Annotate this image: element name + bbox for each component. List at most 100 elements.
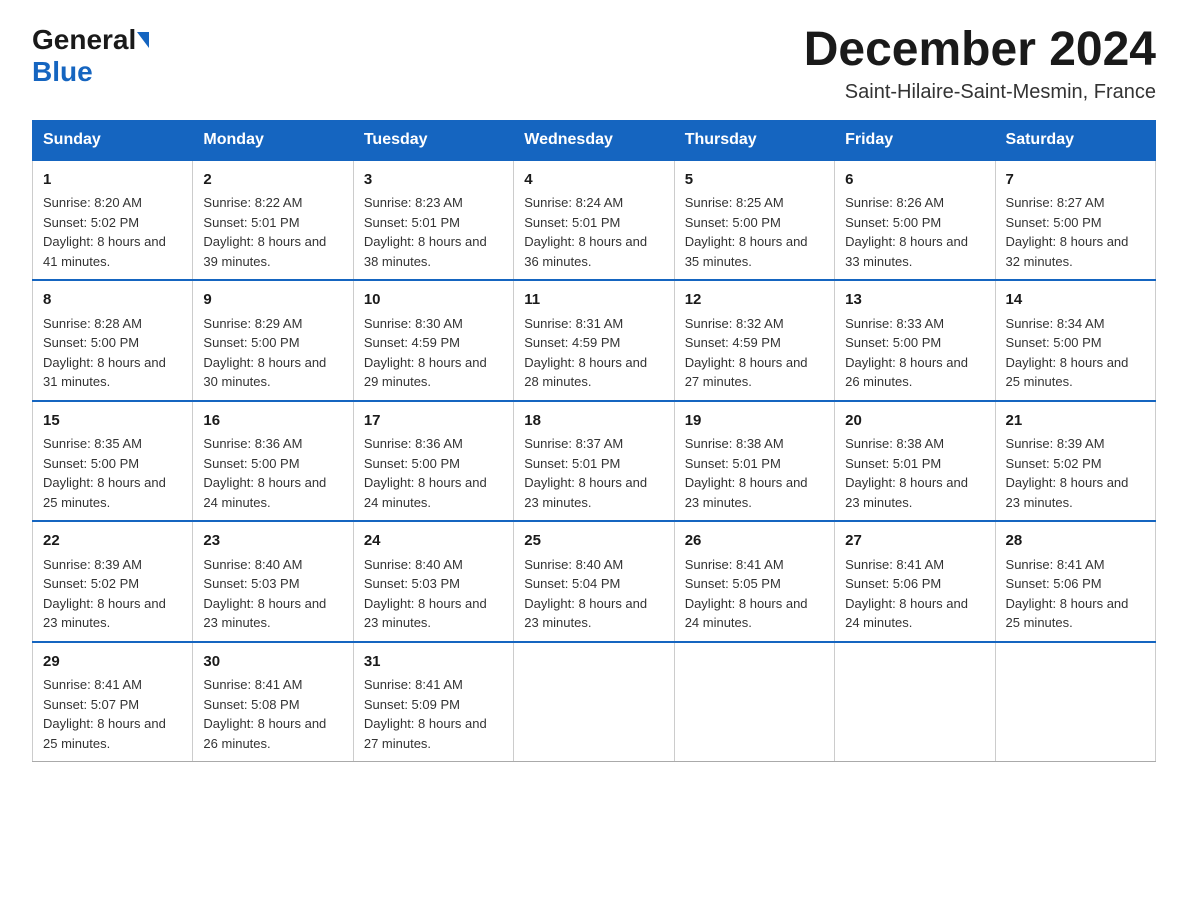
calendar-cell: 29 Sunrise: 8:41 AM Sunset: 5:07 PM Dayl… xyxy=(33,642,193,762)
daylight-label: Daylight: 8 hours and 23 minutes. xyxy=(43,596,166,631)
daylight-label: Daylight: 8 hours and 25 minutes. xyxy=(43,716,166,751)
sunrise-label: Sunrise: 8:28 AM xyxy=(43,316,142,331)
daylight-label: Daylight: 8 hours and 23 minutes. xyxy=(364,596,487,631)
logo-triangle-icon xyxy=(137,32,149,48)
calendar-cell xyxy=(835,642,995,762)
sunrise-label: Sunrise: 8:20 AM xyxy=(43,195,142,210)
sunset-label: Sunset: 5:09 PM xyxy=(364,697,460,712)
day-number: 13 xyxy=(845,289,984,312)
daylight-label: Daylight: 8 hours and 27 minutes. xyxy=(685,355,808,390)
sunrise-label: Sunrise: 8:41 AM xyxy=(43,677,142,692)
calendar-cell: 23 Sunrise: 8:40 AM Sunset: 5:03 PM Dayl… xyxy=(193,521,353,642)
calendar-cell: 28 Sunrise: 8:41 AM Sunset: 5:06 PM Dayl… xyxy=(995,521,1155,642)
day-number: 8 xyxy=(43,289,182,312)
calendar-cell: 17 Sunrise: 8:36 AM Sunset: 5:00 PM Dayl… xyxy=(353,401,513,522)
sunrise-label: Sunrise: 8:36 AM xyxy=(203,436,302,451)
calendar-cell: 20 Sunrise: 8:38 AM Sunset: 5:01 PM Dayl… xyxy=(835,401,995,522)
sunset-label: Sunset: 5:02 PM xyxy=(43,576,139,591)
calendar-week-row: 15 Sunrise: 8:35 AM Sunset: 5:00 PM Dayl… xyxy=(33,401,1156,522)
sunrise-label: Sunrise: 8:27 AM xyxy=(1006,195,1105,210)
day-number: 27 xyxy=(845,530,984,553)
calendar-cell: 15 Sunrise: 8:35 AM Sunset: 5:00 PM Dayl… xyxy=(33,401,193,522)
sunset-label: Sunset: 5:08 PM xyxy=(203,697,299,712)
daylight-label: Daylight: 8 hours and 23 minutes. xyxy=(524,596,647,631)
daylight-label: Daylight: 8 hours and 23 minutes. xyxy=(1006,475,1129,510)
calendar-cell: 30 Sunrise: 8:41 AM Sunset: 5:08 PM Dayl… xyxy=(193,642,353,762)
calendar-week-row: 8 Sunrise: 8:28 AM Sunset: 5:00 PM Dayli… xyxy=(33,280,1156,401)
daylight-label: Daylight: 8 hours and 29 minutes. xyxy=(364,355,487,390)
day-number: 25 xyxy=(524,530,663,553)
day-number: 10 xyxy=(364,289,503,312)
day-number: 31 xyxy=(364,651,503,674)
calendar-cell: 6 Sunrise: 8:26 AM Sunset: 5:00 PM Dayli… xyxy=(835,160,995,281)
daylight-label: Daylight: 8 hours and 27 minutes. xyxy=(364,716,487,751)
calendar-day-header: Friday xyxy=(835,120,995,160)
sunrise-label: Sunrise: 8:39 AM xyxy=(43,557,142,572)
sunset-label: Sunset: 5:01 PM xyxy=(845,456,941,471)
daylight-label: Daylight: 8 hours and 32 minutes. xyxy=(1006,234,1129,269)
calendar-cell: 2 Sunrise: 8:22 AM Sunset: 5:01 PM Dayli… xyxy=(193,160,353,281)
daylight-label: Daylight: 8 hours and 30 minutes. xyxy=(203,355,326,390)
daylight-label: Daylight: 8 hours and 26 minutes. xyxy=(203,716,326,751)
calendar-cell: 27 Sunrise: 8:41 AM Sunset: 5:06 PM Dayl… xyxy=(835,521,995,642)
sunrise-label: Sunrise: 8:26 AM xyxy=(845,195,944,210)
daylight-label: Daylight: 8 hours and 24 minutes. xyxy=(845,596,968,631)
day-number: 19 xyxy=(685,410,824,433)
daylight-label: Daylight: 8 hours and 23 minutes. xyxy=(203,596,326,631)
sunrise-label: Sunrise: 8:39 AM xyxy=(1006,436,1105,451)
calendar-cell: 13 Sunrise: 8:33 AM Sunset: 5:00 PM Dayl… xyxy=(835,280,995,401)
daylight-label: Daylight: 8 hours and 26 minutes. xyxy=(845,355,968,390)
sunrise-label: Sunrise: 8:38 AM xyxy=(685,436,784,451)
sunrise-label: Sunrise: 8:41 AM xyxy=(1006,557,1105,572)
sunset-label: Sunset: 4:59 PM xyxy=(364,335,460,350)
day-number: 5 xyxy=(685,169,824,192)
day-number: 3 xyxy=(364,169,503,192)
calendar-cell: 9 Sunrise: 8:29 AM Sunset: 5:00 PM Dayli… xyxy=(193,280,353,401)
calendar-week-row: 29 Sunrise: 8:41 AM Sunset: 5:07 PM Dayl… xyxy=(33,642,1156,762)
daylight-label: Daylight: 8 hours and 28 minutes. xyxy=(524,355,647,390)
sunset-label: Sunset: 5:00 PM xyxy=(685,215,781,230)
calendar-cell xyxy=(674,642,834,762)
calendar-week-row: 22 Sunrise: 8:39 AM Sunset: 5:02 PM Dayl… xyxy=(33,521,1156,642)
daylight-label: Daylight: 8 hours and 24 minutes. xyxy=(685,596,808,631)
day-number: 11 xyxy=(524,289,663,312)
calendar-cell: 21 Sunrise: 8:39 AM Sunset: 5:02 PM Dayl… xyxy=(995,401,1155,522)
sunrise-label: Sunrise: 8:40 AM xyxy=(203,557,302,572)
daylight-label: Daylight: 8 hours and 23 minutes. xyxy=(685,475,808,510)
sunrise-label: Sunrise: 8:37 AM xyxy=(524,436,623,451)
sunrise-label: Sunrise: 8:30 AM xyxy=(364,316,463,331)
day-number: 6 xyxy=(845,169,984,192)
sunset-label: Sunset: 5:02 PM xyxy=(1006,456,1102,471)
calendar-body: 1 Sunrise: 8:20 AM Sunset: 5:02 PM Dayli… xyxy=(33,160,1156,762)
day-number: 1 xyxy=(43,169,182,192)
calendar-day-header: Saturday xyxy=(995,120,1155,160)
calendar-day-header: Monday xyxy=(193,120,353,160)
daylight-label: Daylight: 8 hours and 33 minutes. xyxy=(845,234,968,269)
calendar-cell: 10 Sunrise: 8:30 AM Sunset: 4:59 PM Dayl… xyxy=(353,280,513,401)
daylight-label: Daylight: 8 hours and 25 minutes. xyxy=(1006,596,1129,631)
day-number: 2 xyxy=(203,169,342,192)
sunset-label: Sunset: 5:01 PM xyxy=(685,456,781,471)
daylight-label: Daylight: 8 hours and 23 minutes. xyxy=(524,475,647,510)
sunset-label: Sunset: 5:04 PM xyxy=(524,576,620,591)
sunset-label: Sunset: 5:00 PM xyxy=(845,215,941,230)
daylight-label: Daylight: 8 hours and 39 minutes. xyxy=(203,234,326,269)
sunrise-label: Sunrise: 8:33 AM xyxy=(845,316,944,331)
sunrise-label: Sunrise: 8:31 AM xyxy=(524,316,623,331)
sunset-label: Sunset: 5:01 PM xyxy=(364,215,460,230)
day-number: 4 xyxy=(524,169,663,192)
location-text: Saint-Hilaire-Saint-Mesmin, France xyxy=(804,81,1156,104)
daylight-label: Daylight: 8 hours and 24 minutes. xyxy=(364,475,487,510)
day-number: 23 xyxy=(203,530,342,553)
calendar-cell: 4 Sunrise: 8:24 AM Sunset: 5:01 PM Dayli… xyxy=(514,160,674,281)
day-number: 18 xyxy=(524,410,663,433)
sunset-label: Sunset: 5:00 PM xyxy=(1006,335,1102,350)
sunrise-label: Sunrise: 8:24 AM xyxy=(524,195,623,210)
calendar-cell: 26 Sunrise: 8:41 AM Sunset: 5:05 PM Dayl… xyxy=(674,521,834,642)
logo-blue-text: Blue xyxy=(32,56,93,87)
calendar-cell: 5 Sunrise: 8:25 AM Sunset: 5:00 PM Dayli… xyxy=(674,160,834,281)
calendar-cell: 8 Sunrise: 8:28 AM Sunset: 5:00 PM Dayli… xyxy=(33,280,193,401)
sunrise-label: Sunrise: 8:23 AM xyxy=(364,195,463,210)
day-number: 30 xyxy=(203,651,342,674)
day-number: 24 xyxy=(364,530,503,553)
